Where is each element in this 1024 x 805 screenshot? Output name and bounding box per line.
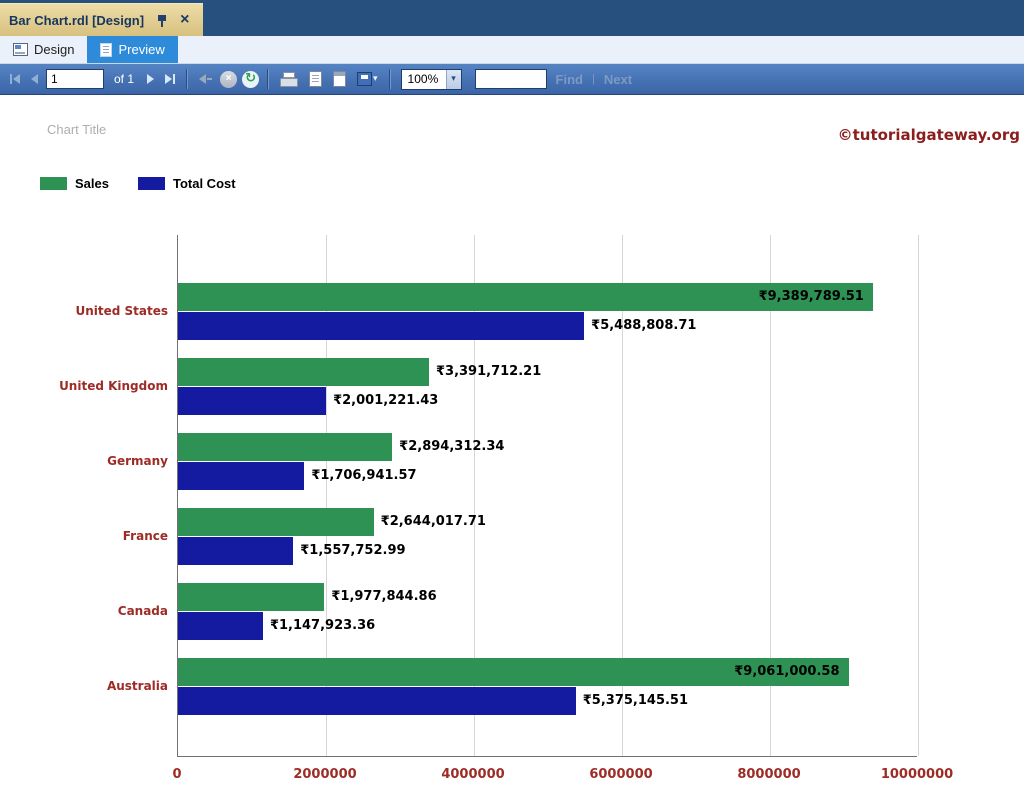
view-tab-bar: Design Preview bbox=[0, 36, 1024, 64]
x-tick-label: 6000000 bbox=[589, 767, 652, 782]
back-icon bbox=[199, 74, 206, 84]
category-label: Australia bbox=[0, 679, 168, 693]
zoom-value: 100% bbox=[402, 72, 446, 86]
zoom-select[interactable]: 100% ▾ bbox=[401, 69, 462, 90]
category-label: Germany bbox=[0, 454, 168, 468]
bar-value-label: ₹2,894,312.34 bbox=[399, 439, 504, 455]
zoom-dropdown-button[interactable]: ▾ bbox=[446, 70, 461, 89]
bar-value-label: ₹9,061,000.58 bbox=[734, 664, 839, 680]
bar-value-label: ₹9,389,789.51 bbox=[759, 289, 864, 305]
category-label: France bbox=[0, 529, 168, 543]
print-button[interactable] bbox=[277, 68, 301, 90]
refresh-button[interactable]: ↻ bbox=[242, 71, 259, 88]
document-tab-title: Bar Chart.rdl [Design] bbox=[9, 13, 144, 28]
pin-icon[interactable] bbox=[156, 13, 168, 28]
toolbar-separator bbox=[267, 69, 269, 89]
pin-icon-stick bbox=[161, 21, 163, 27]
last-page-arrow-icon bbox=[165, 74, 172, 84]
find-next-button[interactable]: Next bbox=[604, 72, 632, 87]
bar-value-label: ₹1,557,752.99 bbox=[300, 543, 405, 559]
stop-button[interactable]: × bbox=[220, 71, 237, 88]
document-tab-bar: Bar Chart.rdl [Design] × bbox=[0, 0, 1024, 36]
page-count-label: of 1 bbox=[114, 72, 134, 86]
export-icon bbox=[357, 72, 372, 86]
back-button[interactable] bbox=[196, 68, 215, 90]
page-setup-icon bbox=[333, 71, 346, 87]
bar-value-label: ₹3,391,712.21 bbox=[436, 364, 541, 380]
bar-value-label: ₹2,644,017.71 bbox=[381, 514, 486, 530]
gridline bbox=[918, 235, 919, 756]
bar-value-label: ₹2,001,221.43 bbox=[333, 393, 438, 409]
x-tick-label: 8000000 bbox=[737, 767, 800, 782]
preview-toolbar: of 1 × ↻ ▾ 100% bbox=[0, 64, 1024, 95]
tab-preview[interactable]: Preview bbox=[87, 36, 177, 63]
toolbar-separator bbox=[389, 69, 391, 89]
bar-value-label: ₹1,977,844.86 bbox=[331, 589, 436, 605]
tab-preview-label: Preview bbox=[118, 42, 164, 57]
x-tick-label: 10000000 bbox=[881, 767, 953, 782]
plot-area: ₹9,389,789.51 ₹5,488,808.71 ₹3,391,712.21 ₹… bbox=[177, 235, 917, 757]
legend-label-total-cost: Total Cost bbox=[173, 176, 236, 191]
category-label: United Kingdom bbox=[0, 379, 168, 393]
bar-sales bbox=[178, 508, 374, 536]
bar-value-label: ₹1,147,923.36 bbox=[270, 618, 375, 634]
bar-total-cost bbox=[178, 312, 584, 340]
x-tick-label: 2000000 bbox=[293, 767, 356, 782]
category-label: Canada bbox=[0, 604, 168, 618]
bar-value-label: ₹5,375,145.51 bbox=[583, 693, 688, 709]
stop-icon: × bbox=[226, 74, 232, 84]
x-tick-label: 4000000 bbox=[441, 767, 504, 782]
printer-icon-body bbox=[280, 78, 298, 87]
bar-total-cost bbox=[178, 612, 263, 640]
watermark-text: ©tutorialgateway.org bbox=[838, 126, 1020, 144]
toolbar-separator bbox=[186, 69, 188, 89]
bar-sales bbox=[178, 433, 392, 461]
printer-icon-paper bbox=[283, 72, 295, 78]
bar-sales bbox=[178, 358, 429, 386]
print-layout-icon-lines bbox=[312, 75, 319, 84]
last-page-button[interactable] bbox=[162, 68, 178, 90]
first-page-button[interactable] bbox=[7, 68, 23, 90]
category-label: United States bbox=[0, 304, 168, 318]
tab-design-label: Design bbox=[34, 42, 74, 57]
bar-total-cost bbox=[178, 687, 576, 715]
page-number-input[interactable] bbox=[46, 69, 104, 89]
bar-sales bbox=[178, 583, 324, 611]
find-button[interactable]: Find bbox=[556, 72, 583, 87]
zoom-dropdown-icon: ▾ bbox=[451, 74, 456, 84]
bar-total-cost bbox=[178, 387, 326, 415]
first-page-arrow-icon bbox=[13, 74, 20, 84]
bar-total-cost bbox=[178, 537, 293, 565]
export-button[interactable]: ▾ bbox=[354, 68, 381, 90]
close-icon[interactable]: × bbox=[180, 13, 189, 27]
last-page-icon bbox=[173, 74, 175, 84]
first-page-icon bbox=[10, 74, 12, 84]
x-tick-label: 0 bbox=[172, 767, 181, 782]
report-canvas: Chart Title ©tutorialgateway.org Sales T… bbox=[0, 95, 1024, 805]
preview-icon bbox=[100, 43, 112, 57]
export-icon-slot bbox=[361, 75, 368, 79]
category-axis: United States United Kingdom Germany France… bbox=[0, 95, 168, 805]
export-dropdown-icon[interactable]: ▾ bbox=[373, 74, 378, 84]
find-next-separator: | bbox=[592, 73, 595, 85]
print-layout-icon bbox=[309, 71, 322, 87]
previous-page-icon bbox=[31, 74, 38, 84]
next-page-icon bbox=[147, 74, 154, 84]
design-icon bbox=[13, 43, 28, 56]
previous-page-button[interactable] bbox=[28, 68, 41, 90]
bar-value-label: ₹1,706,941.57 bbox=[311, 468, 416, 484]
page-setup-button[interactable] bbox=[330, 68, 349, 90]
tab-design[interactable]: Design bbox=[0, 36, 87, 63]
page-setup-icon-band bbox=[334, 72, 345, 76]
document-tab[interactable]: Bar Chart.rdl [Design] × bbox=[0, 3, 203, 36]
bar-value-label: ₹5,488,808.71 bbox=[591, 318, 696, 334]
back-icon-tail bbox=[207, 78, 212, 80]
bar-total-cost bbox=[178, 462, 304, 490]
find-input[interactable] bbox=[475, 69, 547, 89]
print-layout-button[interactable] bbox=[306, 68, 325, 90]
printer-icon bbox=[280, 72, 298, 87]
next-page-button[interactable] bbox=[144, 68, 157, 90]
